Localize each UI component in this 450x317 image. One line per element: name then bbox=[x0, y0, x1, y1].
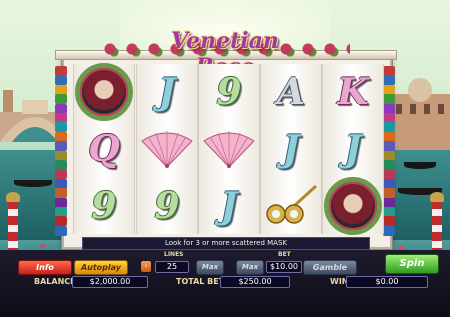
autoplay-button[interactable]: Autoplay bbox=[74, 260, 128, 275]
max-lines-button[interactable]: Max bbox=[196, 260, 224, 275]
letter-symbol: J bbox=[323, 121, 383, 177]
max-bet-button[interactable]: Max bbox=[236, 260, 264, 275]
reel-4: AJ bbox=[260, 64, 322, 234]
payline-indicator bbox=[55, 225, 67, 236]
rose-petal bbox=[40, 244, 46, 248]
symbol-text: J bbox=[282, 128, 300, 170]
lines-label: LINES bbox=[164, 251, 184, 258]
bet-label: BET bbox=[278, 251, 291, 258]
total-bet-value: $250.00 bbox=[220, 276, 290, 288]
game-screen: Venetian Rose Q9J99JAJKJ Look for 3 or m… bbox=[0, 0, 450, 317]
payline-indicator bbox=[383, 225, 395, 236]
letter-symbol: J bbox=[137, 64, 197, 120]
palace-illustration bbox=[390, 78, 450, 154]
fan-symbol bbox=[137, 121, 197, 177]
game-logo: Venetian Rose bbox=[171, 28, 279, 80]
payline-indicator bbox=[383, 188, 395, 199]
symbol-text: 9 bbox=[154, 185, 180, 227]
reel-3: 9J bbox=[198, 64, 260, 234]
gondola bbox=[14, 180, 52, 187]
letter-symbol: K bbox=[323, 64, 383, 120]
letter-symbol: Q bbox=[74, 121, 134, 177]
mask-icon bbox=[324, 177, 382, 235]
reel-5: KJ bbox=[322, 64, 384, 235]
spin-button[interactable]: Spin bbox=[385, 254, 439, 274]
fan-icon bbox=[203, 131, 255, 168]
bet-value: $10.00 bbox=[266, 261, 302, 273]
payline-indicator bbox=[55, 94, 67, 105]
win-value: $0.00 bbox=[346, 276, 428, 288]
symbol-text: Q bbox=[88, 128, 120, 170]
symbol-text: K bbox=[337, 71, 369, 113]
payline-indicator bbox=[55, 141, 67, 152]
letter-symbol: 9 bbox=[199, 64, 259, 120]
balance-label: BALANCE bbox=[34, 277, 76, 286]
symbol-text: 9 bbox=[216, 71, 242, 113]
mask-symbol bbox=[74, 63, 134, 121]
mask-symbol bbox=[323, 177, 383, 235]
info-button[interactable]: Info bbox=[18, 260, 72, 275]
fan-symbol bbox=[199, 121, 259, 177]
opera-glasses-icon bbox=[266, 184, 318, 224]
payline-indicator bbox=[55, 188, 67, 199]
total-bet-label: TOTAL BET bbox=[176, 277, 225, 286]
letter-symbol: 9 bbox=[74, 178, 134, 234]
payline-indicator bbox=[55, 169, 67, 180]
symbol-text: J bbox=[158, 71, 176, 113]
balance-value: $2,000.00 bbox=[72, 276, 148, 288]
payline-indicator bbox=[55, 216, 67, 227]
symbol-text: 9 bbox=[91, 185, 117, 227]
lines-decrease-button[interactable]: ‹ bbox=[141, 261, 151, 272]
message-bar: Look for 3 or more scattered MASK bbox=[82, 237, 370, 250]
reel-2: J9 bbox=[136, 64, 198, 234]
payline-indicator bbox=[383, 141, 395, 152]
fan-icon bbox=[141, 131, 193, 168]
letter-symbol: 9 bbox=[137, 178, 197, 234]
mask-icon bbox=[75, 63, 133, 121]
lines-value: 25 bbox=[155, 261, 189, 273]
payline-indicator bbox=[383, 122, 395, 133]
letter-symbol: J bbox=[199, 178, 259, 234]
payline-indicator bbox=[383, 94, 395, 105]
opera-glasses-symbol bbox=[261, 178, 321, 234]
payline-indicator bbox=[383, 75, 395, 86]
reel-1: Q9 bbox=[73, 63, 135, 234]
symbol-text: J bbox=[344, 128, 362, 170]
gondola bbox=[404, 162, 436, 169]
symbol-text: J bbox=[220, 185, 238, 227]
payline-indicator bbox=[383, 169, 395, 180]
gamble-button[interactable]: Gamble bbox=[303, 260, 357, 275]
payline-indicator bbox=[383, 216, 395, 227]
payline-indicator bbox=[55, 122, 67, 133]
payline-indicator bbox=[55, 75, 67, 86]
letter-symbol: A bbox=[261, 64, 321, 120]
letter-symbol: J bbox=[261, 121, 321, 177]
symbol-text: A bbox=[277, 71, 305, 113]
